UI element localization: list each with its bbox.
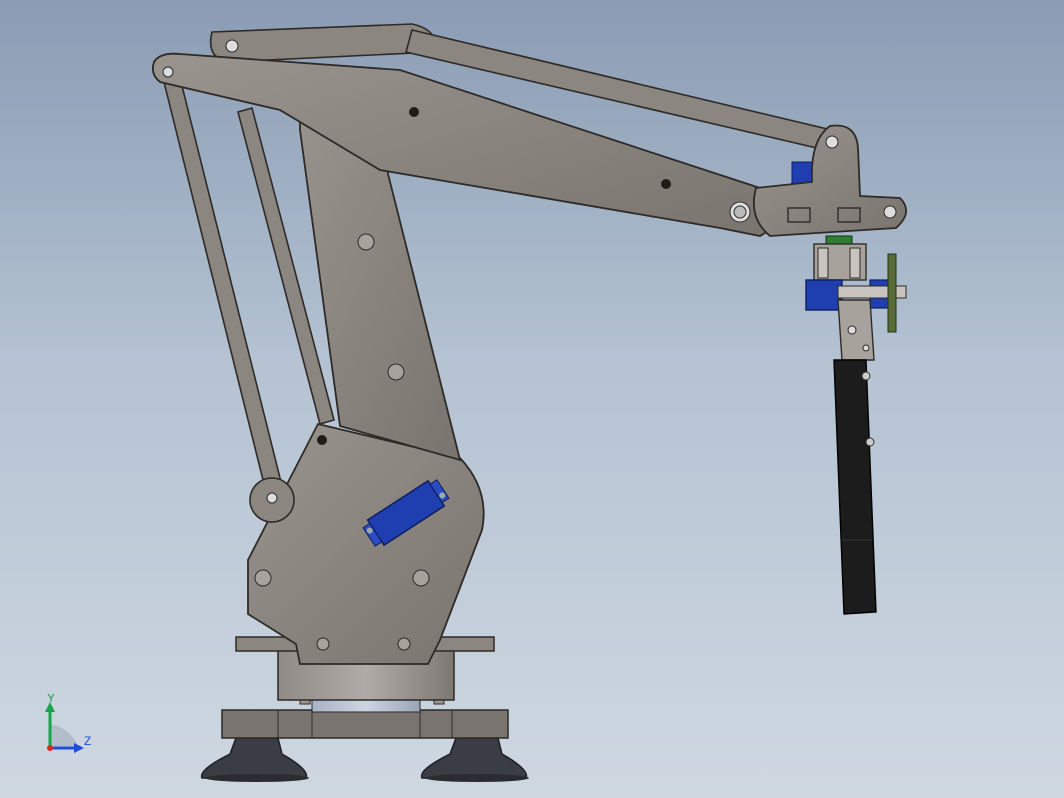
suction-cup-right (420, 737, 529, 782)
axis-triad: Y Z (45, 694, 91, 753)
suction-cup-left (200, 737, 309, 782)
top-link (209, 23, 436, 63)
cad-viewport[interactable]: Y Z (0, 0, 1064, 798)
gripper-assembly (805, 235, 907, 615)
robot-arm-model[interactable] (0, 0, 1064, 798)
shoulder-housing (247, 422, 485, 665)
y-axis-label: Y (47, 694, 55, 705)
origin-icon (47, 745, 53, 751)
base-bar (221, 695, 509, 739)
z-axis-label: Z (84, 734, 91, 748)
wrist-bracket (752, 124, 907, 237)
